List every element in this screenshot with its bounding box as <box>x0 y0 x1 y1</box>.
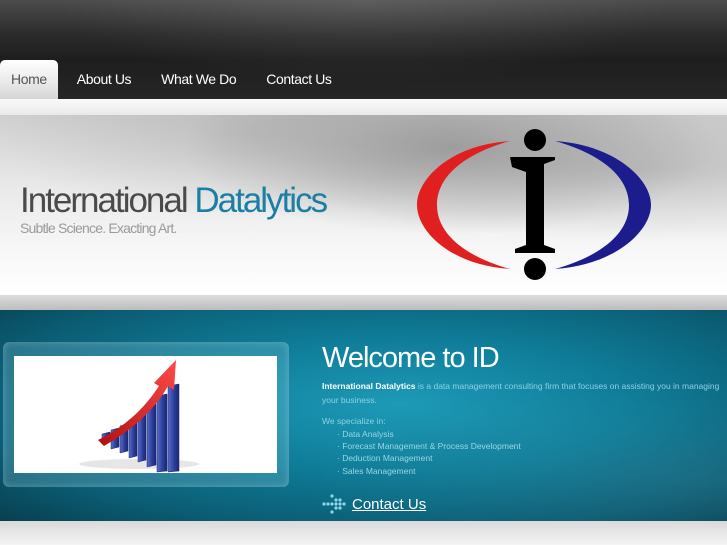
nav-home[interactable]: Home <box>0 60 58 99</box>
service-item: · Data Analysis <box>337 429 394 439</box>
welcome-title: Welcome to ID <box>322 342 500 374</box>
hero-banner: International Datalytics Subtle Science.… <box>0 115 727 295</box>
brand-name-part1: International <box>20 181 189 220</box>
footer-strip <box>0 521 727 545</box>
top-bar: Home About Us What We Do Contact Us <box>0 0 727 99</box>
contact-us-link-text[interactable]: Contact Us <box>352 496 426 513</box>
specialize-label: We specialize in: <box>322 416 386 426</box>
contact-us-link[interactable]: Contact Us <box>322 494 426 514</box>
intro-paragraph: International Datalytics is a data manag… <box>322 379 722 407</box>
id-logo-icon <box>417 129 651 280</box>
tagline: Subtle Science. Exacting Art. <box>20 220 177 236</box>
nav-about-us[interactable]: About Us <box>62 60 146 99</box>
dots-arrow-icon <box>322 494 346 514</box>
image-frame <box>3 342 289 487</box>
service-item: · Sales Management <box>337 465 416 476</box>
growth-chart-illustration <box>79 360 199 473</box>
banner-top-strip <box>0 99 727 115</box>
main-content: Welcome to ID International Datalytics i… <box>0 310 727 521</box>
service-item: · Deduction Management <box>337 453 433 464</box>
intro-text: is a data management consulting firm tha… <box>322 381 720 405</box>
service-item: · Forecast Management & Process Developm… <box>337 441 521 452</box>
banner-bottom-strip <box>0 295 727 310</box>
main-nav: Home About Us What We Do Contact Us <box>0 60 347 99</box>
growth-chart-image <box>14 356 277 473</box>
brand-name-part2: Datalytics <box>194 181 328 220</box>
nav-contact-us[interactable]: Contact Us <box>251 60 346 99</box>
brand-name: International Datalytics <box>20 181 328 221</box>
intro-company-name: International Datalytics <box>322 381 416 391</box>
services-list: · Data Analysis · Forecast Management & … <box>337 428 521 477</box>
nav-what-we-do[interactable]: What We Do <box>146 60 251 99</box>
